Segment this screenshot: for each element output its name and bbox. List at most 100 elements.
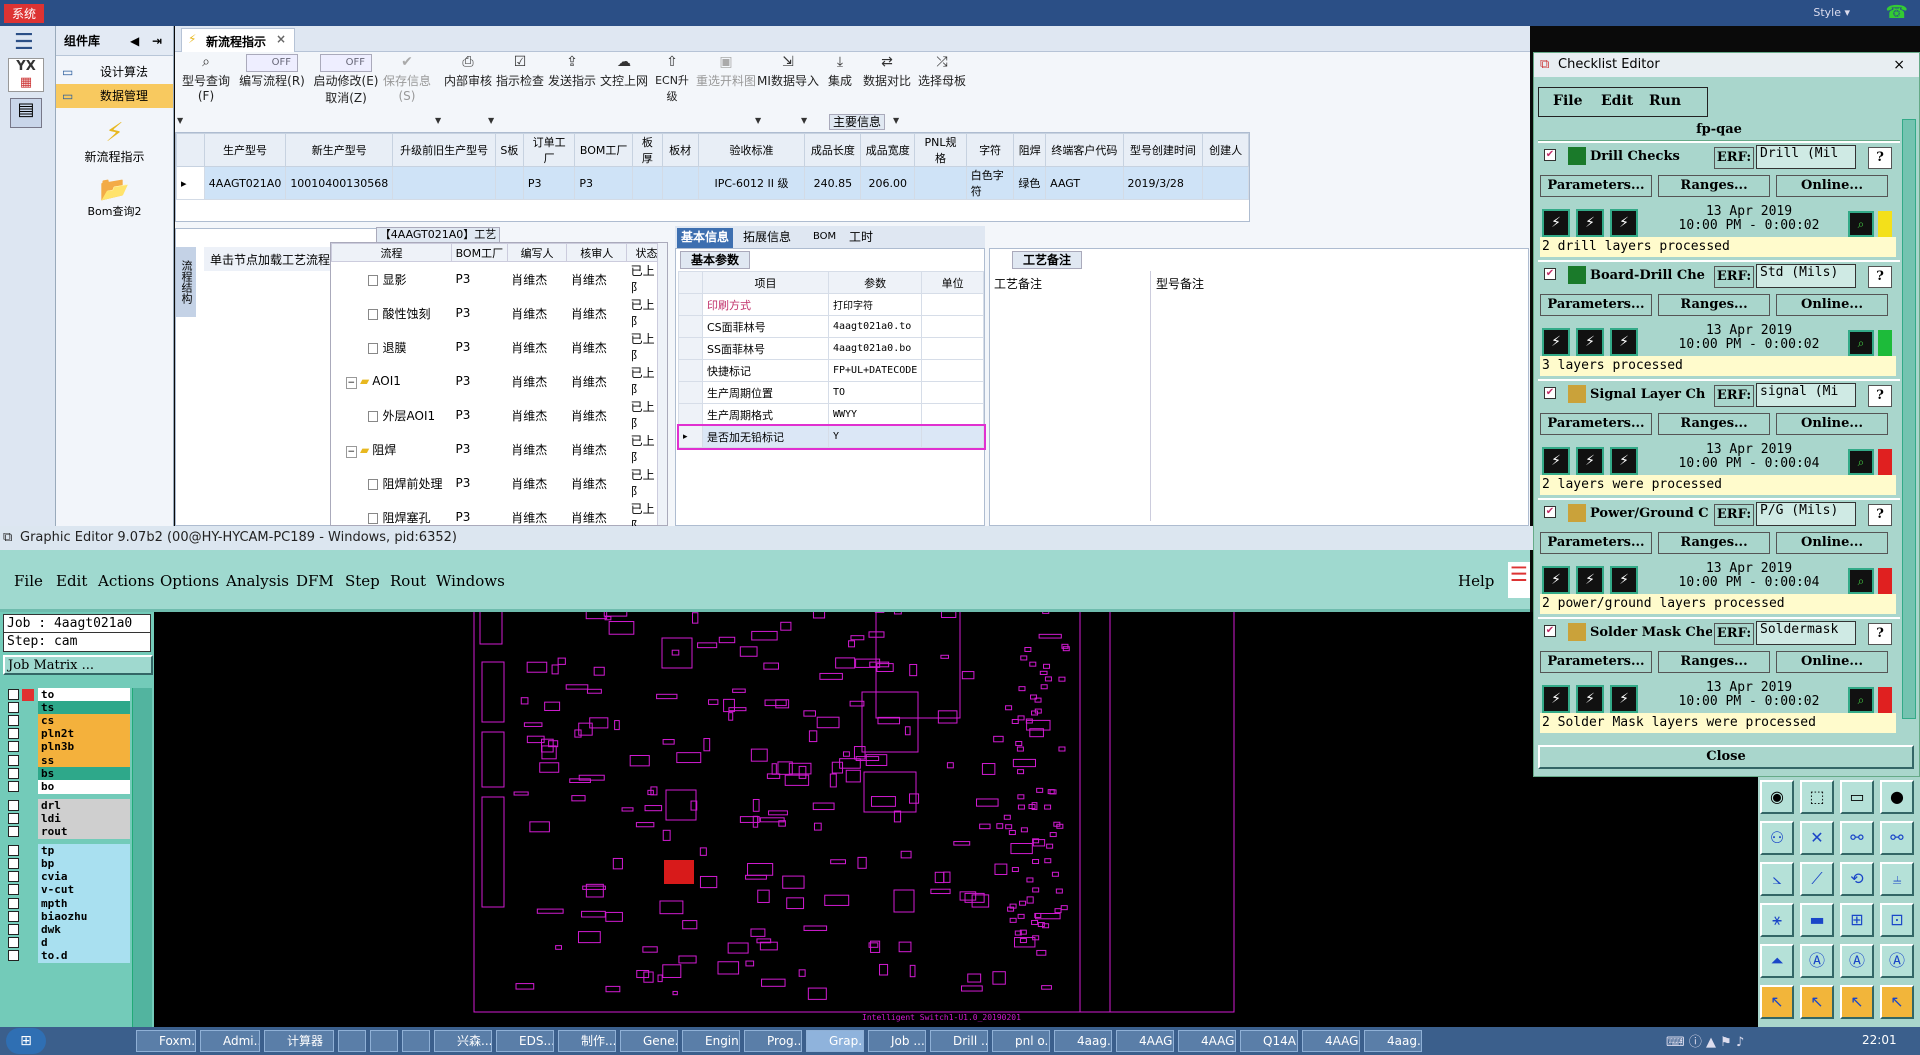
table-cell[interactable]: 2019/3/28: [1122, 166, 1204, 200]
layer-item[interactable]: ss: [8, 753, 130, 768]
column-header[interactable]: PNL规格: [914, 133, 967, 167]
chevron-down-icon[interactable]: ▼: [893, 116, 899, 125]
tab-new-process[interactable]: ⚡ 新流程指示 ×: [181, 28, 296, 52]
checklist-close-button[interactable]: Close: [1538, 745, 1914, 769]
expand-icon[interactable]: −: [345, 377, 358, 389]
layer-checkbox[interactable]: [8, 936, 19, 948]
menu-analysis[interactable]: Analysis: [226, 572, 289, 590]
tool-button-icon[interactable]: ↖: [1800, 985, 1834, 1019]
help-button[interactable]: ?: [1868, 504, 1892, 526]
tool-button-icon[interactable]: ⚹: [1760, 903, 1794, 937]
chevron-left-icon[interactable]: ◀: [130, 26, 139, 56]
menu-rout[interactable]: Rout: [390, 572, 426, 590]
layer-item[interactable]: ts: [8, 701, 130, 716]
tool-button-icon[interactable]: ⚯: [1880, 821, 1914, 855]
taskbar-item[interactable]: Gene...: [620, 1030, 678, 1052]
column-header[interactable]: 核审人: [566, 243, 628, 262]
layer-item[interactable]: to: [8, 688, 130, 702]
layer-checkbox[interactable]: [8, 780, 19, 792]
ecn-upgrade-button[interactable]: ⇧ ECN升级: [651, 54, 693, 104]
menu-actions[interactable]: Actions: [98, 572, 154, 590]
library-item-data-management[interactable]: ▭ 数据管理: [56, 84, 173, 108]
column-header[interactable]: 阻焊: [1013, 133, 1047, 167]
table-cell[interactable]: 4AAGT021A0: [203, 166, 287, 200]
ranges-button[interactable]: Ranges...: [1658, 651, 1770, 673]
param-row[interactable]: 生产周期格式 WWYY: [678, 403, 984, 426]
param-value[interactable]: FP+UL+DATECODE: [827, 359, 923, 382]
tool-button-icon[interactable]: ✕: [1800, 821, 1834, 855]
column-header[interactable]: 型号创建时间: [1122, 133, 1204, 167]
hamburger-icon[interactable]: ☰: [14, 30, 34, 55]
start-edit-toggle[interactable]: OFF 启动修改(E) 取消(Z): [309, 54, 383, 106]
layer-item[interactable]: pln3b: [8, 740, 130, 755]
menu-help[interactable]: Help: [1458, 572, 1494, 590]
column-header[interactable]: 板厚: [631, 133, 663, 167]
tree-row[interactable]: − ▰ 阻焊 P3 肖维杰 肖维杰 已上阝: [332, 432, 667, 466]
table-row[interactable]: ▸ 4AAGT021A0 10010400130568 P3 P3 IPC-6012 II…: [176, 166, 1249, 200]
run-icon[interactable]: ⚡: [1576, 566, 1604, 594]
tool-button-icon[interactable]: ⟋: [1800, 862, 1834, 896]
taskbar-item[interactable]: Q14A...: [1240, 1030, 1298, 1052]
zoom-icon[interactable]: ⌕: [1848, 568, 1874, 594]
layer-checkbox[interactable]: [8, 728, 19, 740]
run-icon[interactable]: ⚡: [1576, 447, 1604, 475]
parameters-button[interactable]: Parameters...: [1540, 294, 1652, 316]
parameters-button[interactable]: Parameters...: [1540, 651, 1652, 673]
param-row[interactable]: 快捷标记 FP+UL+DATECODE: [678, 359, 984, 382]
chevron-down-icon[interactable]: ▼: [435, 116, 441, 125]
pcb-canvas[interactable]: Intelligent Switch1-U1.0_20190201: [154, 591, 1758, 1027]
tool-button-icon[interactable]: ●: [1880, 780, 1914, 814]
tab-info-1[interactable]: 拓展信息: [739, 228, 795, 248]
table-cell[interactable]: [914, 166, 967, 200]
layer-checkbox[interactable]: [8, 923, 19, 935]
tab-info-2[interactable]: BOM: [809, 228, 840, 248]
job-matrix-button[interactable]: Job Matrix ...: [3, 655, 153, 675]
run-icon[interactable]: ⚡: [1610, 685, 1638, 713]
ranges-button[interactable]: Ranges...: [1658, 294, 1770, 316]
online-button[interactable]: Online...: [1776, 175, 1888, 197]
erf-field[interactable]: Std (Mils): [1756, 264, 1856, 288]
menu-file[interactable]: File: [1553, 93, 1582, 109]
layer-item[interactable]: drl: [8, 798, 130, 813]
taskbar-item[interactable]: 计算器: [264, 1030, 334, 1052]
scrollbar[interactable]: [657, 243, 667, 525]
online-button[interactable]: Online...: [1776, 532, 1888, 554]
tree-row[interactable]: 退膜 P3 肖维杰 肖维杰 已上阝: [332, 330, 667, 364]
menu-dfm[interactable]: DFM: [296, 572, 334, 590]
tool-button-icon[interactable]: ⫨: [1880, 862, 1914, 896]
taskbar-item[interactable]: Drill ...: [930, 1030, 988, 1052]
help-button[interactable]: ?: [1868, 385, 1892, 407]
menu-edit[interactable]: Edit: [56, 572, 87, 590]
layer-checkbox[interactable]: [8, 799, 19, 811]
layer-checkbox[interactable]: [8, 910, 19, 922]
parameters-button[interactable]: Parameters...: [1540, 413, 1652, 435]
calculator-icon[interactable]: ▤: [10, 98, 42, 128]
tool-button-icon[interactable]: ◉: [1760, 780, 1794, 814]
action-name[interactable]: Power/Ground C: [1590, 506, 1712, 521]
layer-item[interactable]: d: [8, 935, 130, 950]
run-icon[interactable]: ⚡: [1542, 328, 1570, 356]
tree-node[interactable]: 酸性蚀刻: [332, 296, 452, 330]
table-cell[interactable]: [1202, 166, 1249, 200]
column-header[interactable]: 板材: [661, 133, 699, 167]
param-value[interactable]: Y: [827, 425, 923, 448]
erf-field[interactable]: signal (Mi: [1756, 383, 1856, 407]
layer-item[interactable]: v-cut: [8, 883, 130, 898]
ranges-button[interactable]: Ranges...: [1658, 175, 1770, 197]
layer-checkbox[interactable]: [8, 858, 19, 870]
layer-checkbox[interactable]: [8, 754, 19, 766]
run-icon[interactable]: ⚡: [1576, 328, 1604, 356]
layer-checkbox[interactable]: [8, 884, 19, 896]
doc-publish-button[interactable]: ☁ 文控上网: [599, 54, 649, 89]
help-button[interactable]: ?: [1868, 623, 1892, 645]
tool-button-icon[interactable]: Ⓐ: [1840, 944, 1874, 978]
toggle-switch[interactable]: OFF: [320, 54, 372, 72]
mi-import-button[interactable]: ⇲ MI数据导入: [757, 54, 819, 89]
run-icon[interactable]: ⚡: [1542, 566, 1570, 594]
table-cell[interactable]: 240.85: [804, 166, 862, 200]
ranges-button[interactable]: Ranges...: [1658, 413, 1770, 435]
layer-item[interactable]: tp: [8, 844, 130, 859]
zoom-icon[interactable]: ⌕: [1848, 211, 1874, 237]
close-icon[interactable]: ×: [276, 32, 286, 46]
layer-checkbox[interactable]: [8, 702, 19, 714]
